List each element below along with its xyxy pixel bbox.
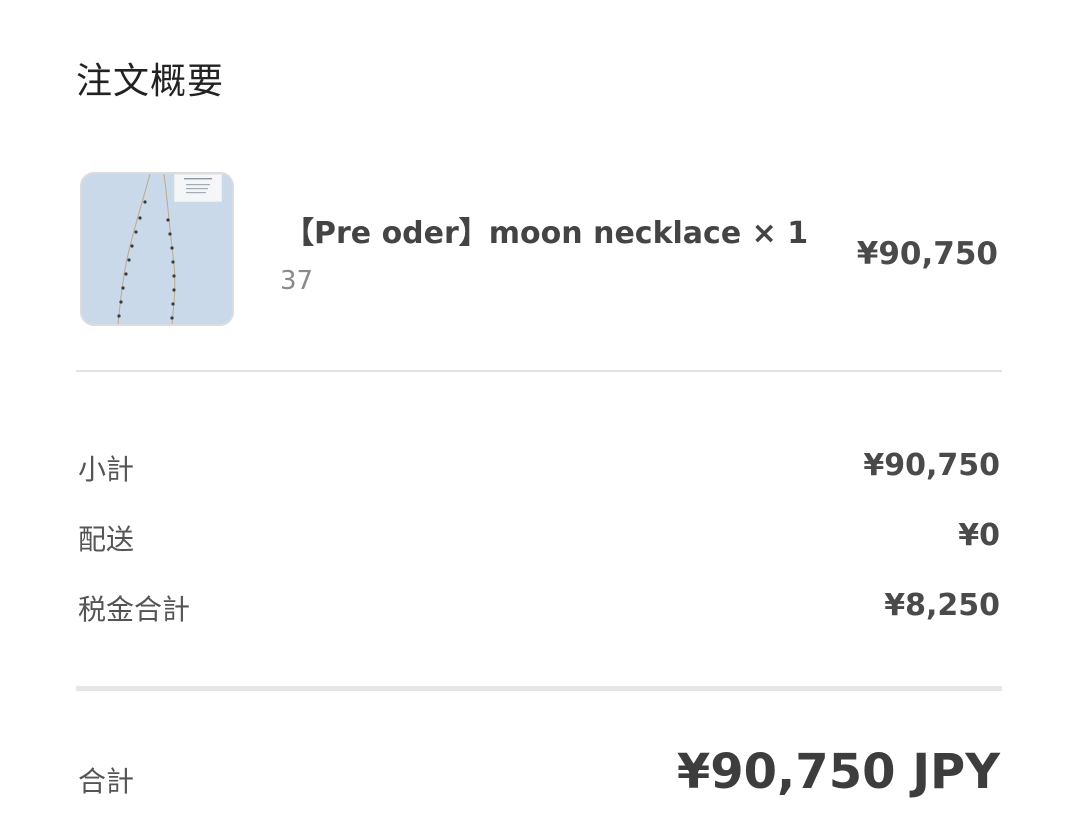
order-summary-title: 注文概要	[76, 61, 225, 102]
product-variant: 37	[280, 266, 314, 296]
subtotal-value: ¥90,750	[863, 448, 1000, 483]
total-divider	[76, 686, 1002, 691]
total-value: ¥90,750 JPY	[676, 744, 1000, 800]
tax-value: ¥8,250	[884, 588, 1000, 623]
necklace-image	[82, 174, 232, 324]
product-price: ¥90,750	[856, 236, 998, 272]
tax-label: 税金合計	[78, 593, 191, 626]
total-label: 合計	[78, 765, 135, 798]
product-thumbnail[interactable]	[80, 172, 234, 326]
product-name: 【Pre oder】moon necklace × 1	[284, 216, 809, 251]
shipping-value: ¥0	[958, 518, 1000, 553]
divider	[76, 370, 1002, 372]
subtotal-label: 小計	[78, 453, 135, 486]
shipping-label: 配送	[78, 523, 135, 556]
